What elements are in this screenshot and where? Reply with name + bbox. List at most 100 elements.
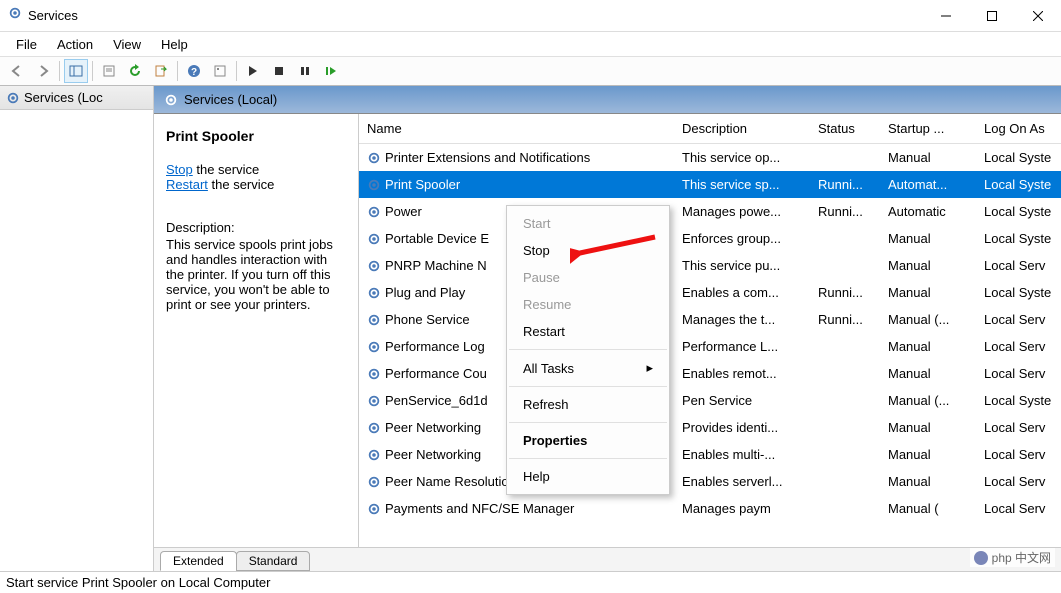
tree-root-label: Services (Loc xyxy=(24,90,103,105)
col-status[interactable]: Status xyxy=(810,114,880,143)
service-desc: This service op... xyxy=(674,148,810,167)
services-icon xyxy=(6,91,20,105)
service-row[interactable]: Payments and NFC/SE ManagerManages paymM… xyxy=(359,495,1061,522)
service-row[interactable]: PowerManages powe...Runni...AutomaticLoc… xyxy=(359,198,1061,225)
service-logon: Local Serv xyxy=(976,445,1061,464)
refresh-button[interactable] xyxy=(123,59,147,83)
tree-pane: Services (Loc xyxy=(0,86,154,571)
restart-service-button[interactable] xyxy=(319,59,343,83)
service-row[interactable]: Performance LogPerformance L...ManualLoc… xyxy=(359,333,1061,360)
service-desc: Enables multi-... xyxy=(674,445,810,464)
service-row[interactable]: Performance CouEnables remot...ManualLoc… xyxy=(359,360,1061,387)
service-startup: Manual (... xyxy=(880,310,976,329)
service-desc: Enables remot... xyxy=(674,364,810,383)
service-startup: Manual xyxy=(880,229,976,248)
restart-link[interactable]: Restart xyxy=(166,177,208,192)
service-desc: Provides identi... xyxy=(674,418,810,437)
service-status xyxy=(810,372,880,376)
service-icon xyxy=(367,313,381,327)
close-button[interactable] xyxy=(1015,0,1061,32)
stop-service-button[interactable] xyxy=(267,59,291,83)
service-desc: Manages the t... xyxy=(674,310,810,329)
forward-button[interactable] xyxy=(31,59,55,83)
service-icon xyxy=(367,367,381,381)
col-name[interactable]: Name xyxy=(359,114,674,143)
service-name: Peer Networking xyxy=(385,447,481,462)
maximize-button[interactable] xyxy=(969,0,1015,32)
service-logon: Local Syste xyxy=(976,283,1061,302)
service-status xyxy=(810,345,880,349)
service-row[interactable]: PenService_6d1dPen ServiceManual (...Loc… xyxy=(359,387,1061,414)
pause-service-button[interactable] xyxy=(293,59,317,83)
action-sheet-button[interactable] xyxy=(208,59,232,83)
service-status xyxy=(810,399,880,403)
service-status xyxy=(810,453,880,457)
minimize-button[interactable] xyxy=(923,0,969,32)
col-logon[interactable]: Log On As xyxy=(976,114,1061,143)
show-hide-tree-button[interactable] xyxy=(64,59,88,83)
ctx-refresh[interactable]: Refresh xyxy=(507,391,669,418)
service-status: Runni... xyxy=(810,310,880,329)
service-row[interactable]: Print SpoolerThis service sp...Runni...A… xyxy=(359,171,1061,198)
ctx-help[interactable]: Help xyxy=(507,463,669,490)
col-description[interactable]: Description xyxy=(674,114,810,143)
service-icon xyxy=(367,205,381,219)
tab-standard[interactable]: Standard xyxy=(236,551,311,571)
ctx-start: Start xyxy=(507,210,669,237)
menu-action[interactable]: Action xyxy=(47,35,103,54)
help-button[interactable]: ? xyxy=(182,59,206,83)
watermark: php 中文网 xyxy=(970,548,1055,567)
service-row[interactable]: Portable Device EEnforces group...Manual… xyxy=(359,225,1061,252)
details-title: Print Spooler xyxy=(166,128,346,144)
service-startup: Manual xyxy=(880,418,976,437)
service-icon xyxy=(367,394,381,408)
submenu-arrow-icon: ▸ xyxy=(646,360,653,376)
main-header: Services (Local) xyxy=(154,86,1061,114)
service-row[interactable]: Peer NetworkingProvides identi...ManualL… xyxy=(359,414,1061,441)
service-row[interactable]: Peer Name Resolution ProtocolEnables ser… xyxy=(359,468,1061,495)
service-row[interactable]: Printer Extensions and Notifications This… xyxy=(359,144,1061,171)
titlebar: Services xyxy=(0,0,1061,32)
menubar: File Action View Help xyxy=(0,32,1061,56)
description-text: This service spools print jobs and handl… xyxy=(166,237,346,312)
tree-root[interactable]: Services (Loc xyxy=(0,86,153,110)
details-pane: Print Spooler Stop the service Restart t… xyxy=(154,114,359,547)
status-text: Start service Print Spooler on Local Com… xyxy=(6,575,270,590)
service-name: PenService_6d1d xyxy=(385,393,488,408)
service-icon xyxy=(367,232,381,246)
col-startup[interactable]: Startup ... xyxy=(880,114,976,143)
start-service-button[interactable] xyxy=(241,59,265,83)
ctx-properties[interactable]: Properties xyxy=(507,427,669,454)
export-button[interactable] xyxy=(149,59,173,83)
status-bar: Start service Print Spooler on Local Com… xyxy=(0,571,1061,593)
main-header-label: Services (Local) xyxy=(184,92,277,107)
ctx-stop[interactable]: Stop xyxy=(507,237,669,264)
stop-link[interactable]: Stop xyxy=(166,162,193,177)
tab-extended[interactable]: Extended xyxy=(160,551,237,571)
service-name: Printer Extensions and Notifications xyxy=(385,150,590,165)
service-row[interactable]: Peer NetworkingEnables multi-...ManualLo… xyxy=(359,441,1061,468)
menu-view[interactable]: View xyxy=(103,35,151,54)
menu-help[interactable]: Help xyxy=(151,35,198,54)
column-headers: Name Description Status Startup ... Log … xyxy=(359,114,1061,144)
service-logon: Local Serv xyxy=(976,418,1061,437)
service-icon xyxy=(367,502,381,516)
service-status: Runni... xyxy=(810,283,880,302)
service-icon xyxy=(367,178,381,192)
service-icon xyxy=(367,151,381,165)
service-row[interactable]: Plug and PlayEnables a com...Runni...Man… xyxy=(359,279,1061,306)
service-logon: Local Syste xyxy=(976,175,1061,194)
ctx-all-tasks[interactable]: All Tasks▸ xyxy=(507,354,669,382)
service-desc: Manages powe... xyxy=(674,202,810,221)
back-button[interactable] xyxy=(5,59,29,83)
service-row[interactable]: Phone ServiceManages the t...Runni...Man… xyxy=(359,306,1061,333)
ctx-restart[interactable]: Restart xyxy=(507,318,669,345)
service-icon xyxy=(367,286,381,300)
menu-file[interactable]: File xyxy=(6,35,47,54)
properties-button[interactable] xyxy=(97,59,121,83)
description-label: Description: xyxy=(166,220,346,235)
service-status xyxy=(810,237,880,241)
toolbar: ? xyxy=(0,56,1061,86)
service-name: Performance Log xyxy=(385,339,485,354)
service-row[interactable]: PNRP Machine NThis service pu...ManualLo… xyxy=(359,252,1061,279)
